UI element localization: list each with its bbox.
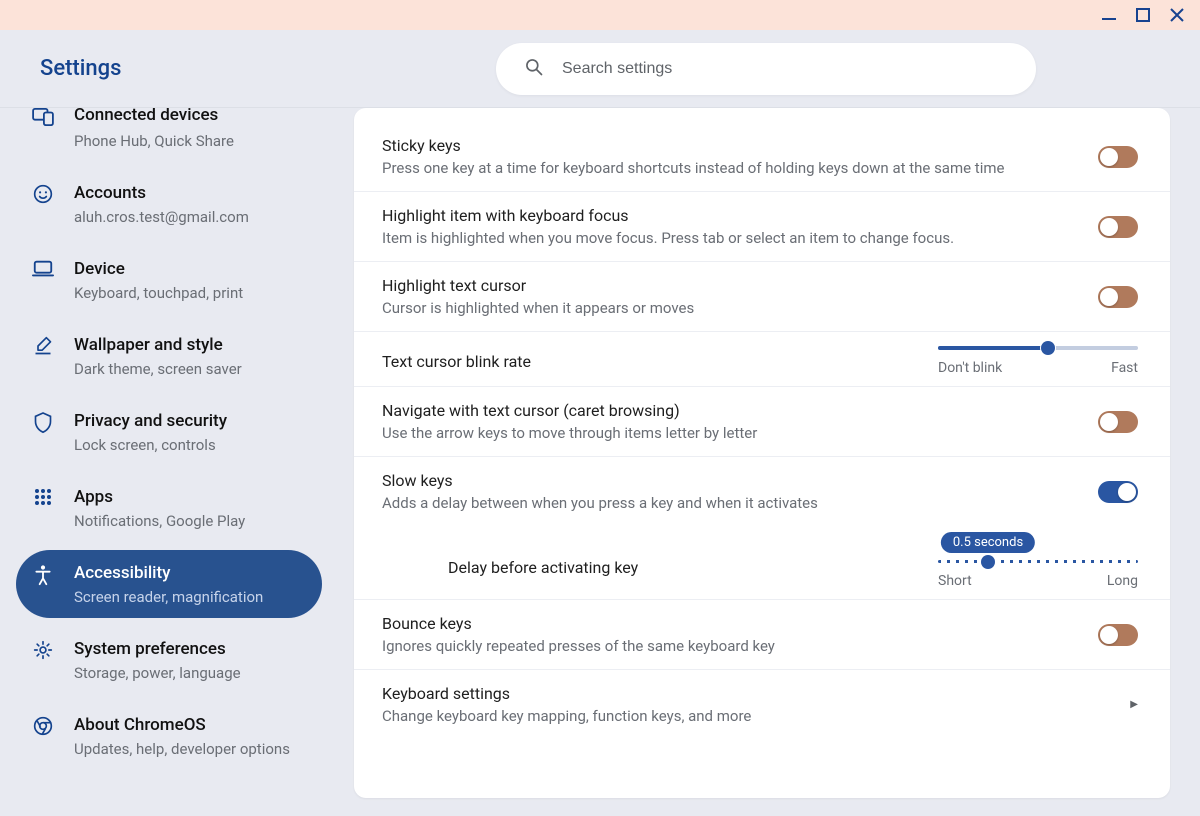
close-icon <box>1169 7 1185 23</box>
setting-title: Bounce keys <box>382 614 1078 633</box>
sidebar-item-label: Wallpaper and style <box>74 334 242 356</box>
setting-title: Navigate with text cursor (caret browsin… <box>382 401 1078 420</box>
row-sticky-keys[interactable]: Sticky keys Press one key at a time for … <box>354 122 1170 192</box>
slider-label-left: Don't blink <box>938 360 1002 376</box>
setting-title: Highlight item with keyboard focus <box>382 206 1078 225</box>
settings-app: Settings Connected devices Phone Hub, Qu… <box>0 30 1200 816</box>
setting-desc: Use the arrow keys to move through items… <box>382 424 1078 442</box>
setting-desc: Cursor is highlighted when it appears or… <box>382 299 1078 317</box>
sidebar-item-label: Device <box>74 258 243 280</box>
search-box[interactable] <box>496 43 1036 95</box>
row-highlight-text-cursor[interactable]: Highlight text cursor Cursor is highligh… <box>354 262 1170 332</box>
sidebar-item-accessibility[interactable]: Accessibility Screen reader, magnificati… <box>16 550 322 618</box>
toggle-highlight-text-cursor[interactable] <box>1098 286 1138 308</box>
slider-label-right: Fast <box>1111 360 1138 376</box>
setting-title: Highlight text cursor <box>382 276 1078 295</box>
sidebar-item-sublabel: aluh.cros.test@gmail.com <box>74 208 249 226</box>
sidebar-item-label: Apps <box>74 486 245 508</box>
row-highlight-focus-item[interactable]: Highlight item with keyboard focus Item … <box>354 192 1170 262</box>
sidebar-item-wallpaper-style[interactable]: Wallpaper and style Dark theme, screen s… <box>16 322 322 390</box>
slider-slow-keys-delay[interactable]: 0.5 seconds Short Long <box>938 540 1138 589</box>
toggle-caret-browsing[interactable] <box>1098 411 1138 433</box>
sidebar-item-sublabel: Keyboard, touchpad, print <box>74 284 243 302</box>
toggle-bounce-keys[interactable] <box>1098 624 1138 646</box>
setting-title: Slow keys <box>382 471 1078 490</box>
sidebar-item-apps[interactable]: Apps Notifications, Google Play <box>16 474 322 542</box>
window-title-bar <box>0 0 1200 30</box>
sidebar-item-label: Privacy and security <box>74 410 227 432</box>
apps-icon <box>30 488 56 506</box>
sidebar-item-sublabel: Notifications, Google Play <box>74 512 245 530</box>
settings-card-keyboard: Sticky keys Press one key at a time for … <box>354 108 1170 798</box>
toggle-highlight-focus-item[interactable] <box>1098 216 1138 238</box>
sidebar-item-sublabel: Updates, help, developer options <box>74 740 290 758</box>
row-blink-rate: Text cursor blink rate Don't blink Fast <box>354 332 1170 387</box>
setting-desc: Adds a delay between when you press a ke… <box>382 494 1078 512</box>
row-caret-browsing[interactable]: Navigate with text cursor (caret browsin… <box>354 387 1170 457</box>
toggle-sticky-keys[interactable] <box>1098 146 1138 168</box>
minimize-icon <box>1101 7 1117 23</box>
sidebar-item-label: Accessibility <box>74 562 263 584</box>
search-icon <box>524 57 544 81</box>
slider-label-left: Short <box>938 573 972 589</box>
window-minimize-button[interactable] <box>1092 1 1126 29</box>
sidebar-item-sublabel: Lock screen, controls <box>74 436 227 454</box>
sidebar-item-connected-devices[interactable]: Connected devices Phone Hub, Quick Share <box>16 108 322 162</box>
sidebar-item-sublabel: Storage, power, language <box>74 664 241 682</box>
chrome-icon <box>30 716 56 736</box>
page-title: Settings <box>40 56 121 81</box>
maximize-icon <box>1136 8 1150 22</box>
sidebar-item-privacy-security[interactable]: Privacy and security Lock screen, contro… <box>16 398 322 466</box>
setting-title: Keyboard settings <box>382 684 1110 703</box>
slider-value-bubble: 0.5 seconds <box>941 532 1035 553</box>
sidebar-item-about-chromeos[interactable]: About ChromeOS Updates, help, developer … <box>16 702 322 770</box>
setting-desc: Change keyboard key mapping, function ke… <box>382 707 1110 725</box>
row-bounce-keys[interactable]: Bounce keys Ignores quickly repeated pre… <box>354 600 1170 670</box>
setting-desc: Ignores quickly repeated presses of the … <box>382 637 1078 655</box>
accessibility-icon <box>30 564 56 586</box>
row-keyboard-settings-link[interactable]: Keyboard settings Change keyboard key ma… <box>354 670 1170 739</box>
setting-desc: Item is highlighted when you move focus.… <box>382 229 1078 247</box>
sidebar-item-label: Accounts <box>74 182 249 204</box>
gear-icon <box>30 640 56 660</box>
setting-title: Text cursor blink rate <box>382 352 918 371</box>
toggle-slow-keys[interactable] <box>1098 481 1138 503</box>
sidebar-item-sublabel: Dark theme, screen saver <box>74 360 242 378</box>
face-icon <box>30 184 56 204</box>
sidebar-item-label: About ChromeOS <box>74 714 290 736</box>
laptop-icon <box>30 260 56 278</box>
sidebar: Connected devices Phone Hub, Quick Share… <box>0 108 342 816</box>
slider-blink-rate[interactable]: Don't blink Fast <box>938 340 1138 376</box>
devices-icon <box>30 108 56 126</box>
chevron-right-icon: ▶ <box>1130 699 1138 710</box>
sidebar-item-label: System preferences <box>74 638 241 660</box>
sidebar-item-accounts[interactable]: Accounts aluh.cros.test@gmail.com <box>16 170 322 238</box>
shield-icon <box>30 412 56 434</box>
sidebar-item-system-preferences[interactable]: System preferences Storage, power, langu… <box>16 626 322 694</box>
main-content: Sticky keys Press one key at a time for … <box>342 108 1200 816</box>
window-maximize-button[interactable] <box>1126 1 1160 29</box>
setting-title: Sticky keys <box>382 136 1078 155</box>
palette-icon <box>30 336 56 356</box>
search-input[interactable] <box>562 60 1036 78</box>
setting-desc: Press one key at a time for keyboard sho… <box>382 159 1078 177</box>
header: Settings <box>0 30 1200 108</box>
setting-title: Delay before activating key <box>448 558 918 577</box>
sidebar-item-label: Connected devices <box>74 108 234 126</box>
sidebar-item-sublabel: Phone Hub, Quick Share <box>74 132 234 150</box>
slider-label-right: Long <box>1107 573 1138 589</box>
row-slow-keys[interactable]: Slow keys Adds a delay between when you … <box>354 457 1170 526</box>
sidebar-item-sublabel: Screen reader, magnification <box>74 588 263 606</box>
window-close-button[interactable] <box>1160 1 1194 29</box>
sidebar-item-device[interactable]: Device Keyboard, touchpad, print <box>16 246 322 314</box>
row-slow-keys-delay: Delay before activating key 0.5 seconds … <box>354 526 1170 600</box>
